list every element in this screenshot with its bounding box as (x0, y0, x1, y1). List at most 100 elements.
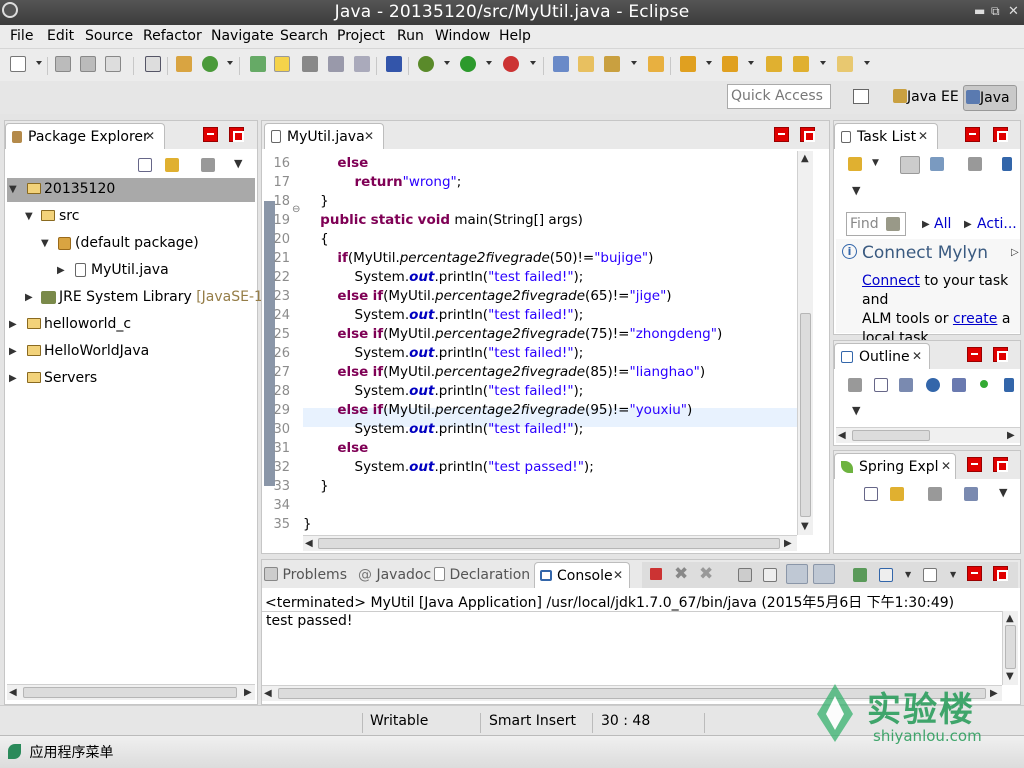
show-on-stdout-icon[interactable] (786, 564, 808, 584)
hide-static-icon[interactable] (952, 378, 966, 392)
maximize-console-icon[interactable] (993, 566, 1008, 581)
outline-filter-icon[interactable] (848, 378, 862, 392)
minimize-task-list-icon[interactable] (965, 127, 980, 142)
external-dropdown-icon[interactable] (530, 61, 536, 65)
code-line[interactable]: System.out.println("test failed!"); (303, 269, 583, 285)
restore-icon[interactable]: ⧉ (991, 4, 1000, 19)
code-line[interactable]: } (303, 478, 329, 494)
scroll-thumb[interactable] (23, 687, 237, 698)
back-icon[interactable] (793, 56, 809, 72)
debug-dropdown-icon[interactable] (444, 61, 450, 65)
save-icon[interactable] (55, 56, 71, 72)
editor-vscroll[interactable]: ▲ ▼ (797, 151, 813, 535)
code-line[interactable]: else if(MyUtil.percentage2fivegrade(95)!… (303, 402, 692, 418)
close-task-list-icon[interactable]: ✕ (918, 129, 928, 143)
remove-launch-icon[interactable]: ✖ (674, 564, 688, 584)
code-line[interactable]: else if(MyUtil.percentage2fivegrade(65)!… (303, 288, 671, 304)
mylyn-close-icon[interactable]: ▷ (1011, 247, 1019, 258)
show-whitespace-icon[interactable] (354, 56, 370, 72)
search-dropdown-icon[interactable] (631, 61, 637, 65)
outline-scroll-thumb[interactable] (852, 430, 930, 441)
menu-file[interactable]: File (10, 28, 33, 44)
hide-local-types-icon[interactable] (1004, 378, 1014, 392)
tree-item-myutil-java[interactable]: MyUtil.java (91, 262, 169, 278)
app-menu-button[interactable]: 应用程序菜单 (8, 742, 113, 764)
code-line[interactable]: System.out.println("test failed!"); (303, 383, 583, 399)
outline-collapse-icon[interactable] (874, 378, 888, 392)
new-task-icon[interactable] (848, 157, 862, 171)
scroll-up-icon[interactable]: ▲ (801, 153, 809, 164)
display-console-dropdown-icon[interactable]: ▼ (905, 570, 911, 579)
clear-console-icon[interactable] (738, 568, 752, 582)
hide-fields-icon[interactable] (926, 378, 940, 392)
menu-help[interactable]: Help (499, 28, 531, 44)
forward-icon[interactable] (837, 56, 853, 72)
code-line[interactable]: { (303, 231, 329, 247)
link-with-editor-icon[interactable] (165, 158, 179, 172)
code-line[interactable]: System.out.println("test passed!"); (303, 459, 593, 475)
display-console-icon[interactable] (879, 568, 893, 582)
code-line[interactable]: else (303, 155, 368, 171)
code-area[interactable]: ⊖ 16 else 17 return"wrong"; 18 } 19 public … (262, 149, 797, 533)
open-folder-icon[interactable] (578, 56, 594, 72)
sync-icon[interactable] (1002, 157, 1012, 171)
run-dropdown-icon[interactable] (486, 61, 492, 65)
code-line[interactable]: else if(MyUtil.percentage2fivegrade(75)!… (303, 326, 722, 342)
code-line[interactable]: System.out.println("test failed!"); (303, 345, 583, 361)
editor-scroll-thumb[interactable] (800, 313, 811, 517)
package-explorer-hscroll[interactable]: ◀ ▶ (7, 684, 255, 700)
collapse-arrow-icon[interactable]: ▶ (9, 346, 17, 357)
tree-item-default-package[interactable]: (default package) (75, 235, 199, 251)
collapse-arrow-icon[interactable]: ▶ (9, 373, 17, 384)
debug-mode-icon[interactable] (250, 56, 266, 72)
scroll-down-icon[interactable]: ▼ (801, 521, 809, 532)
minimize-console-icon[interactable] (967, 566, 982, 581)
console-scroll-thumb[interactable] (1005, 625, 1016, 669)
find-clear-icon[interactable] (886, 217, 900, 231)
connect-link[interactable]: Connect (862, 273, 920, 289)
open-project-icon[interactable] (553, 56, 569, 72)
expand-arrow-icon[interactable]: ▼ (25, 211, 33, 222)
open-console-icon[interactable] (923, 568, 937, 582)
close-editor-tab-icon[interactable]: ✕ (364, 129, 374, 143)
toggle-ws-icon[interactable] (328, 56, 344, 72)
new-task-dropdown-icon[interactable]: ▼ (872, 158, 879, 168)
close-console-icon[interactable]: ✕ (613, 568, 623, 582)
maximize-outline-icon[interactable] (993, 347, 1008, 362)
toggle-block-icon[interactable] (302, 56, 318, 72)
tab-declaration[interactable]: Declaration (434, 567, 530, 583)
tree-item-helloworld-c[interactable]: helloworld_c (44, 316, 131, 332)
spring-sort-icon[interactable] (964, 487, 978, 501)
task-filter-activate[interactable]: Acti... (977, 216, 1017, 232)
scroll-right-icon[interactable]: ▶ (1007, 430, 1015, 441)
menu-window[interactable]: Window (435, 28, 490, 44)
menu-search[interactable]: Search (280, 28, 328, 44)
minimize-editor-icon[interactable] (774, 127, 789, 142)
task-view-menu-icon[interactable]: ▼ (852, 184, 860, 197)
last-edit-icon[interactable] (766, 56, 782, 72)
code-line[interactable]: } (303, 516, 312, 532)
scroll-down-icon[interactable]: ▼ (1006, 671, 1014, 682)
maximize-spring-icon[interactable] (993, 457, 1008, 472)
next-annotation-icon[interactable] (680, 56, 696, 72)
menu-source[interactable]: Source (85, 28, 133, 44)
new-package-icon[interactable] (176, 56, 192, 72)
run-icon[interactable] (460, 56, 476, 72)
close-package-explorer-icon[interactable]: ✕ (145, 129, 155, 143)
minimize-icon[interactable]: ▬ (974, 4, 985, 18)
open-type-icon[interactable] (145, 56, 161, 72)
tab-spring-explorer[interactable]: Spring Expl (834, 453, 956, 479)
console-output[interactable]: test passed! (266, 613, 353, 629)
menu-edit[interactable]: Edit (47, 28, 74, 44)
code-line[interactable]: public static void main(String[] args) (303, 212, 583, 228)
quick-access-input[interactable]: Quick Access (727, 84, 831, 109)
code-line[interactable]: } (303, 193, 329, 209)
maximize-package-explorer-icon[interactable] (229, 127, 244, 142)
menu-navigate[interactable]: Navigate (211, 28, 274, 44)
tree-item-servers[interactable]: Servers (44, 370, 97, 386)
editor-hscroll-thumb[interactable] (318, 538, 780, 549)
scroll-left-icon[interactable]: ◀ (264, 688, 272, 699)
refresh-dropdown-icon[interactable] (227, 61, 233, 65)
collapse-arrow-icon[interactable]: ▶ (9, 319, 17, 330)
refresh-icon[interactable] (202, 56, 218, 72)
